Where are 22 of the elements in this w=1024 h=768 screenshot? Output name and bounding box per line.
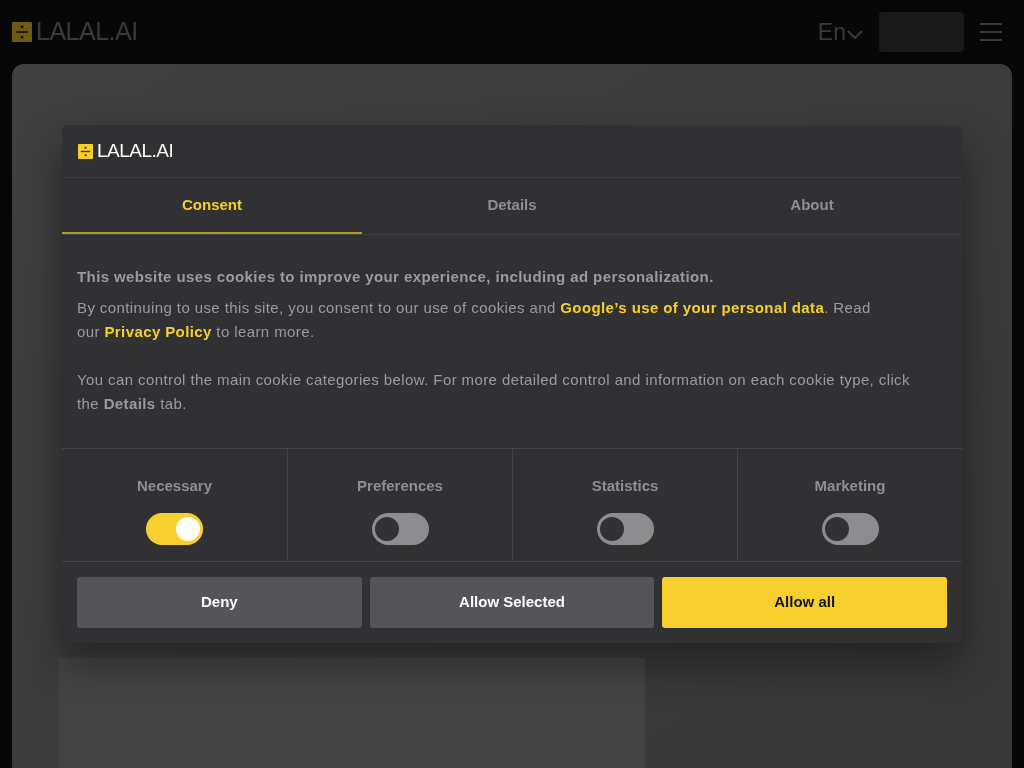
intro-text: This website uses cookies to improve your experience, including ad personalization. <box>77 267 715 287</box>
category-label: Preferences <box>357 476 443 496</box>
toggle-switch[interactable] <box>146 512 203 545</box>
dialog-tab[interactable]: About <box>662 178 962 234</box>
toggle-switch[interactable] <box>596 512 654 545</box>
control-note: You can control the main cookie categories below. For more detailed control and information on each cookie type, click the Details tab. <box>77 370 911 414</box>
allow-all-button[interactable]: Allow all <box>662 577 947 628</box>
consent-paragraph: By continuing to use this site, you consent to our use of cookies and Google’s use of your personal data. Read our Privacy Policy to learn more. <box>77 298 872 342</box>
toggle-switch[interactable] <box>821 512 879 545</box>
chevron-down-icon <box>847 30 863 40</box>
dialog-logo-text: LALAL.AI <box>97 138 174 163</box>
category-label: Statistics <box>591 476 659 496</box>
category-label: Necessary <box>136 476 213 496</box>
category-label: Marketing <box>814 476 886 496</box>
dialog-tab[interactable]: Details <box>362 178 662 234</box>
secondary-button[interactable]: Deny <box>77 577 362 628</box>
text-link[interactable]: Privacy Policy <box>104 323 212 340</box>
toggle-switch[interactable] <box>371 512 429 545</box>
dialog-tab[interactable]: Consent <box>62 178 362 234</box>
logo-icon <box>12 22 32 42</box>
secondary-button[interactable]: Allow Selected <box>369 577 655 628</box>
logo-icon <box>78 143 93 159</box>
